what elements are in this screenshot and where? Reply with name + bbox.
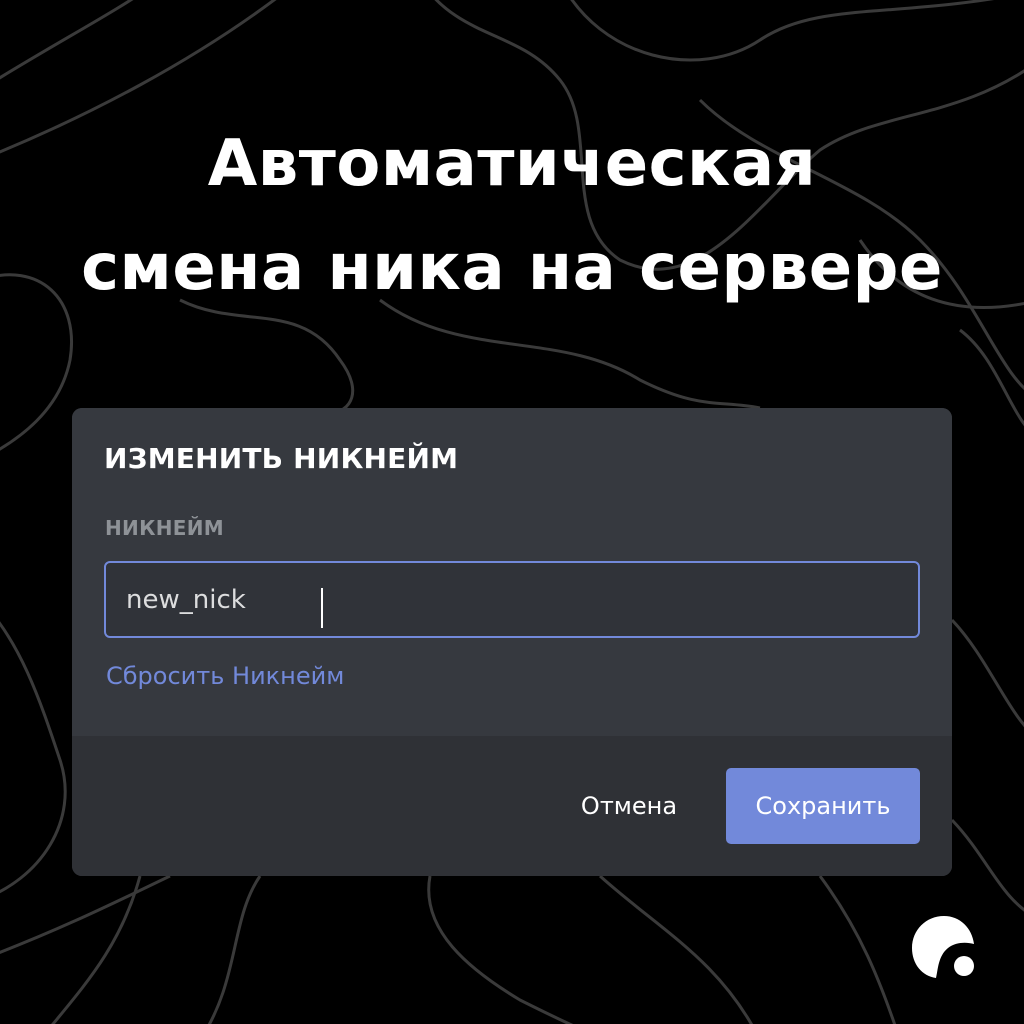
save-button[interactable]: Сохранить: [726, 768, 920, 844]
modal-footer: Отмена Сохранить: [72, 736, 952, 876]
headline-line-2: смена ника на сервере: [81, 231, 943, 305]
modal-body: ИЗМЕНИТЬ НИКНЕЙМ НИКНЕЙМ Сбросить Никней…: [72, 408, 952, 736]
reset-nickname-link[interactable]: Сбросить Никнейм: [106, 662, 344, 690]
text-caret: [321, 588, 323, 628]
nickname-field-label: НИКНЕЙМ: [105, 516, 224, 540]
modal-title: ИЗМЕНИТЬ НИКНЕЙМ: [104, 442, 459, 475]
nickname-input[interactable]: [104, 561, 920, 638]
change-nickname-modal: ИЗМЕНИТЬ НИКНЕЙМ НИКНЕЙМ Сбросить Никней…: [72, 408, 952, 876]
brand-logo-icon: [912, 916, 974, 978]
promo-card: Автоматическая смена ника на сервере ИЗМ…: [0, 0, 1024, 1024]
cancel-button[interactable]: Отмена: [562, 768, 696, 844]
headline: Автоматическая смена ника на сервере: [0, 112, 1024, 320]
headline-line-1: Автоматическая: [207, 127, 817, 201]
